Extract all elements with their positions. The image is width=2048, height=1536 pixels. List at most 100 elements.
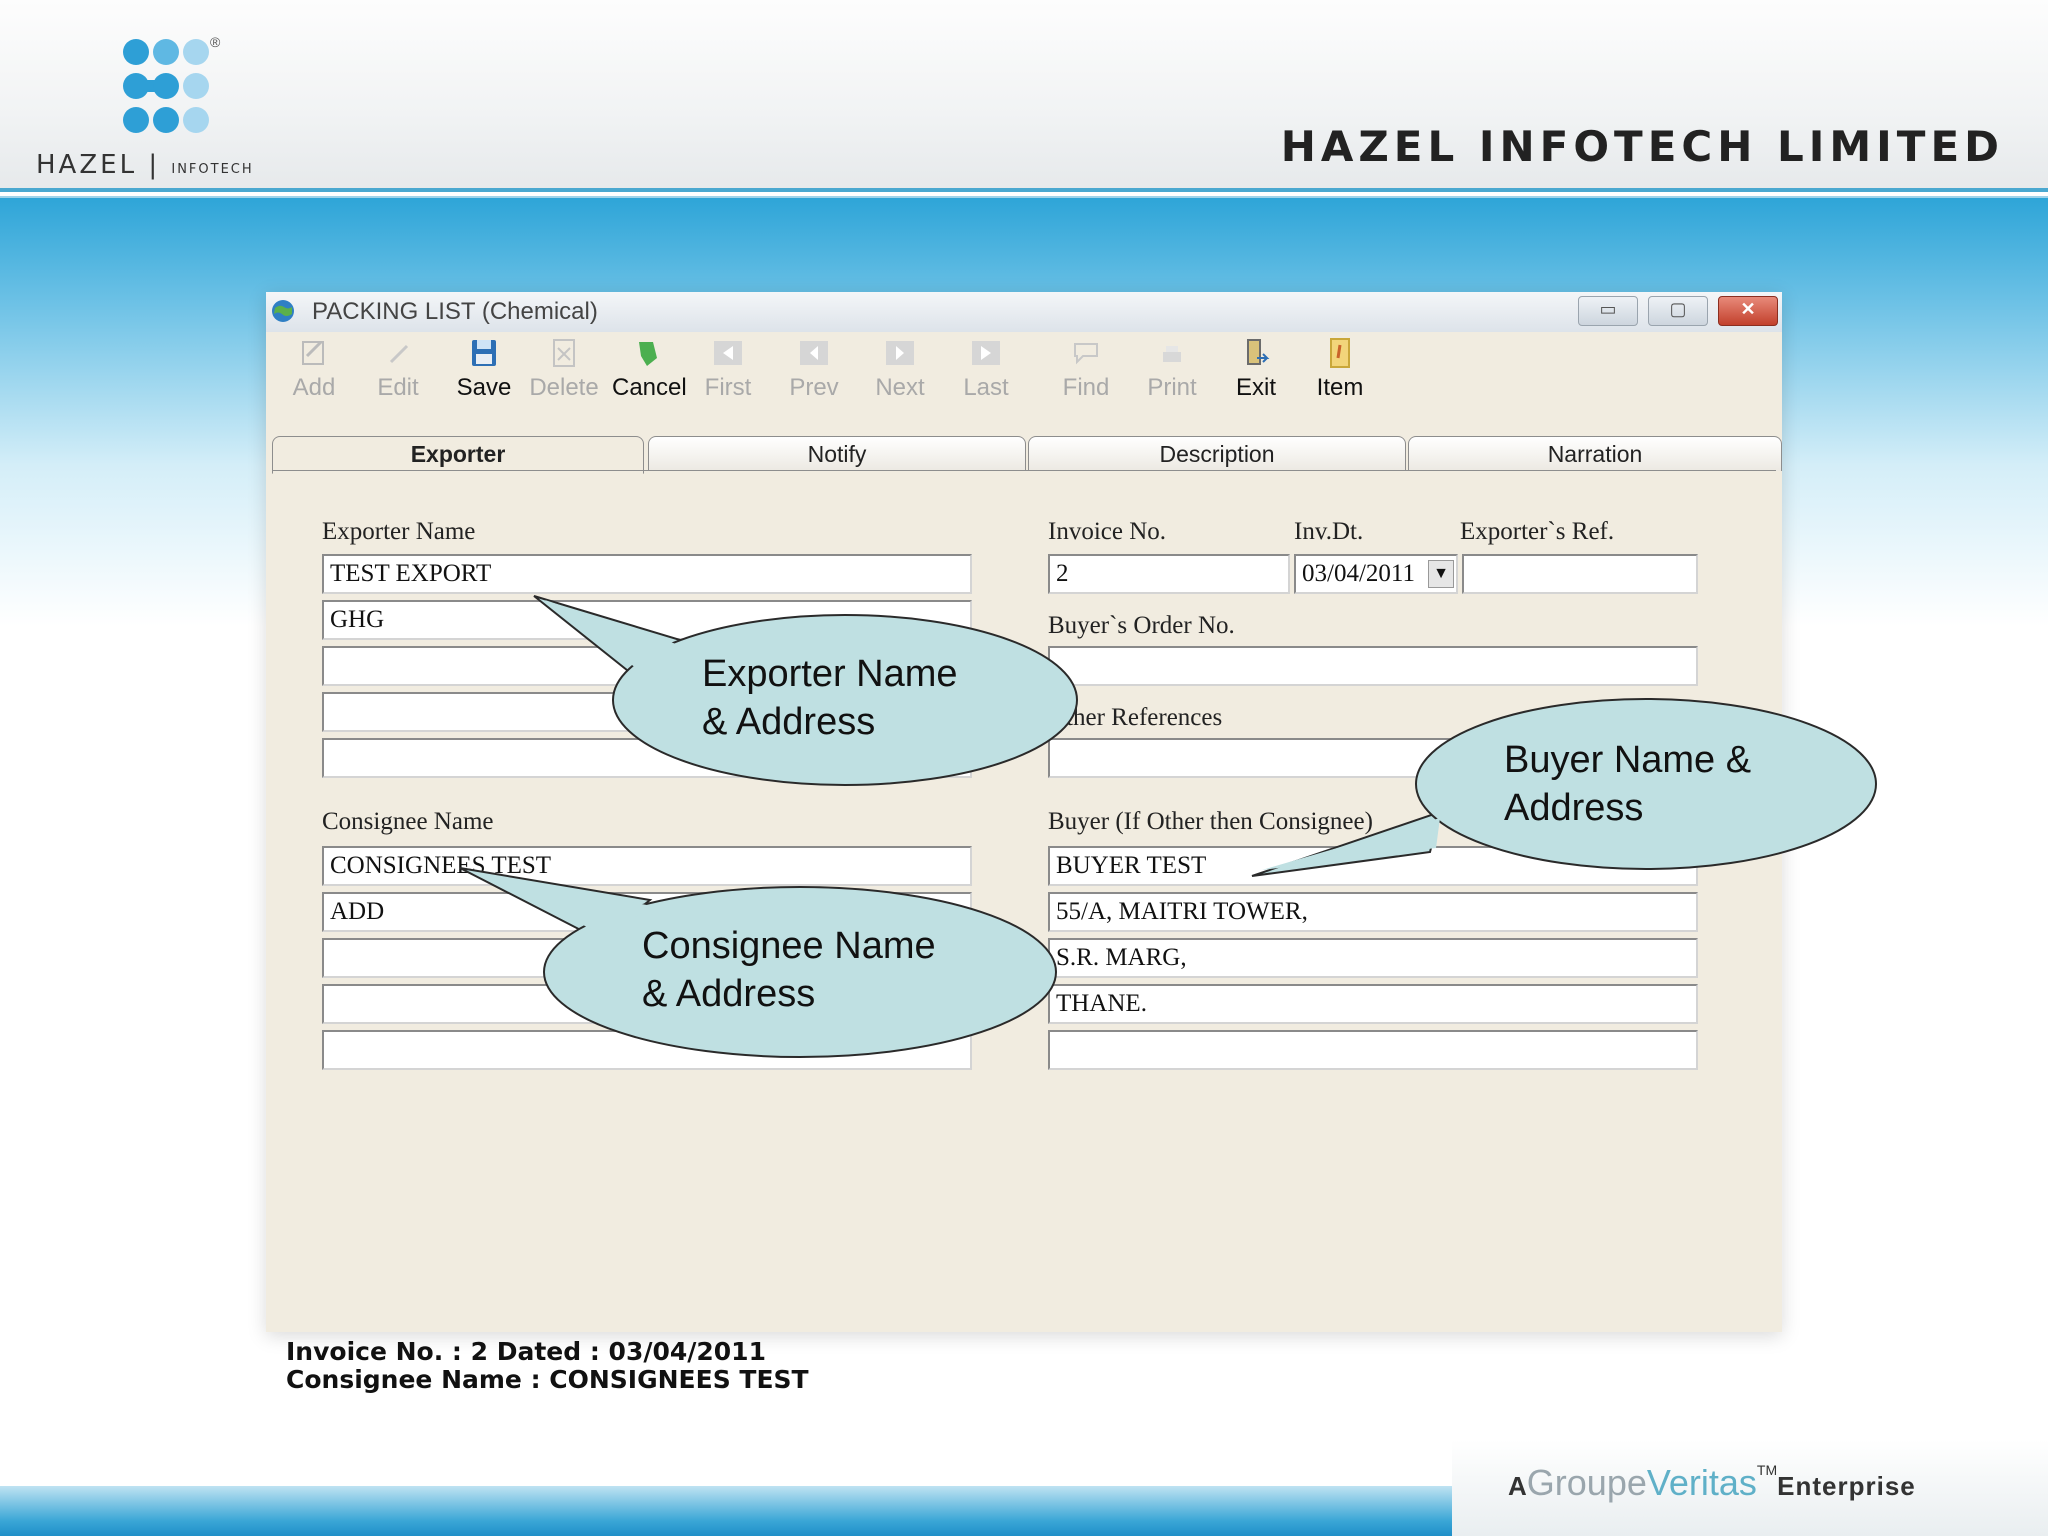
print-label: Print (1147, 374, 1197, 401)
logo-subtext: INFOTECH (171, 162, 254, 177)
invoice-no-label: Invoice No. (1048, 518, 1167, 545)
footer-brand-veritas: Veritas (1646, 1462, 1757, 1503)
exit-button[interactable]: Exit (1220, 336, 1292, 420)
inv-dt-label: Inv.Dt. (1294, 518, 1364, 545)
cancel-button[interactable]: Cancel (612, 336, 687, 420)
exit-door-icon (1247, 339, 1270, 365)
tab-description[interactable]: Description (1028, 436, 1406, 471)
cancel-undo-icon (639, 342, 657, 366)
chevron-down-icon[interactable]: ▼ (1428, 560, 1454, 588)
tab-strip: Exporter Notify Description Narration (272, 436, 1782, 474)
printer-icon (1163, 346, 1181, 362)
add-button[interactable]: Add (278, 336, 350, 420)
header-divider (0, 188, 2048, 192)
first-record-icon (714, 341, 742, 365)
prev-label: Prev (789, 374, 839, 401)
exporters-ref-label: Exporter`s Ref. (1460, 518, 1615, 545)
buyer-line-2[interactable]: 55/A, MAITRI TOWER, (1048, 892, 1698, 932)
first-button[interactable]: First (692, 336, 764, 420)
find-label: Find (1062, 374, 1110, 401)
exit-label: Exit (1235, 374, 1276, 401)
inv-date-select[interactable]: 03/04/2011 ▼ (1294, 554, 1458, 594)
cancel-label: Cancel (612, 374, 687, 401)
footer-brand-groupe: Groupe (1526, 1462, 1647, 1503)
edit-button[interactable]: Edit (362, 336, 434, 420)
logo-wordmark: HAZEL (36, 150, 138, 180)
next-record-icon (886, 341, 914, 365)
find-icon (1074, 343, 1098, 365)
buyer-line-5[interactable] (1048, 1030, 1698, 1070)
exporter-line-1[interactable]: TEST EXPORT (322, 554, 972, 594)
invoice-no-field[interactable]: 2 (1048, 554, 1290, 594)
exporter-callout-line-1: Exporter Name (702, 653, 958, 695)
last-button[interactable]: Last (950, 336, 1022, 420)
other-references-label: Other References (1048, 704, 1223, 731)
last-record-icon (972, 341, 1000, 365)
minimize-button[interactable]: ▭ (1578, 296, 1638, 326)
next-button[interactable]: Next (864, 336, 936, 420)
exporter-callout-line-2: & Address (702, 701, 876, 743)
minimize-icon: ▭ (1599, 299, 1617, 319)
buyer-label: Buyer (If Other then Consignee) (1048, 808, 1373, 835)
buyer-callout-line-2: Address (1504, 787, 1644, 829)
exporters-ref-field[interactable] (1462, 554, 1698, 594)
consignee-line-5[interactable] (322, 1030, 972, 1070)
previous-record-icon (800, 341, 828, 365)
buyers-order-field[interactable] (1048, 646, 1698, 686)
footer-brand-tm: TM (1756, 1462, 1778, 1478)
footer-band (0, 1486, 1452, 1536)
maximize-button[interactable]: ▢ (1648, 296, 1708, 326)
save-label: Save (456, 374, 512, 401)
delete-icon (553, 339, 575, 367)
consignee-line-1[interactable]: CONSIGNEES TEST (322, 846, 972, 886)
groupe-veritas-logo: AGroupeVeritasTMEnterprise (1508, 1462, 1916, 1504)
buyer-callout-line-1: Buyer Name & (1504, 739, 1752, 781)
add-icon (302, 340, 324, 365)
buyers-order-label: Buyer`s Order No. (1048, 612, 1235, 639)
edit-pencil-icon (389, 344, 409, 364)
app-globe-icon (272, 300, 294, 322)
status-consignee-line: Consignee Name : CONSIGNEES TEST (286, 1365, 809, 1394)
registered-mark: ® (210, 34, 221, 50)
slide-header: ® HAZEL | INFOTECH HAZEL INFOTECH LIMITE… (0, 0, 2048, 190)
toolbar: Add Edit Save Delete Cancel First Prev N… (266, 332, 1782, 424)
item-label: Item (1316, 374, 1364, 401)
company-name: HAZEL INFOTECH LIMITED (1280, 122, 2004, 171)
tab-baseline (272, 470, 1776, 471)
tab-notify[interactable]: Notify (648, 436, 1026, 471)
window-titlebar[interactable]: PACKING LIST (Chemical) ▭ ▢ ✕ (266, 292, 1782, 332)
buyer-callout: Buyer Name & Address (1504, 736, 1751, 832)
hazel-logo: ® HAZEL | INFOTECH (36, 34, 296, 184)
inv-date-value: 03/04/2011 (1302, 560, 1415, 587)
last-label: Last (963, 374, 1009, 401)
consignee-callout-line-1: Consignee Name (642, 925, 936, 967)
maximize-icon: ▢ (1669, 299, 1687, 319)
buyer-line-1[interactable]: BUYER TEST (1048, 846, 1698, 886)
item-button[interactable]: Item (1304, 336, 1376, 420)
print-button[interactable]: Print (1136, 336, 1208, 420)
logo-dots-icon (123, 39, 209, 133)
close-button[interactable]: ✕ (1718, 296, 1778, 326)
save-floppy-icon (472, 340, 496, 366)
tab-narration[interactable]: Narration (1408, 436, 1782, 471)
exporter-name-label: Exporter Name (322, 518, 476, 545)
save-button[interactable]: Save (448, 336, 520, 420)
add-label: Add (292, 374, 336, 401)
consignee-name-label: Consignee Name (322, 808, 494, 835)
prev-button[interactable]: Prev (778, 336, 850, 420)
record-status: Invoice No. : 2 Dated : 03/04/2011 Consi… (286, 1338, 809, 1394)
status-invoice-line: Invoice No. : 2 Dated : 03/04/2011 (286, 1337, 766, 1366)
logo-text: HAZEL | INFOTECH (36, 150, 254, 180)
first-label: First (704, 374, 752, 401)
delete-button[interactable]: Delete (528, 336, 600, 420)
buyer-line-3[interactable]: S.R. MARG, (1048, 938, 1698, 978)
buyer-line-4[interactable]: THANE. (1048, 984, 1698, 1024)
exporter-line-2[interactable]: GHG (322, 600, 972, 640)
next-label: Next (875, 374, 925, 401)
consignee-callout: Consignee Name & Address (642, 922, 936, 1018)
tab-exporter[interactable]: Exporter (272, 436, 644, 474)
find-button[interactable]: Find (1050, 336, 1122, 420)
close-icon: ✕ (1740, 299, 1756, 319)
footer-brand-a: A (1508, 1471, 1527, 1501)
exporter-callout: Exporter Name & Address (702, 650, 958, 746)
